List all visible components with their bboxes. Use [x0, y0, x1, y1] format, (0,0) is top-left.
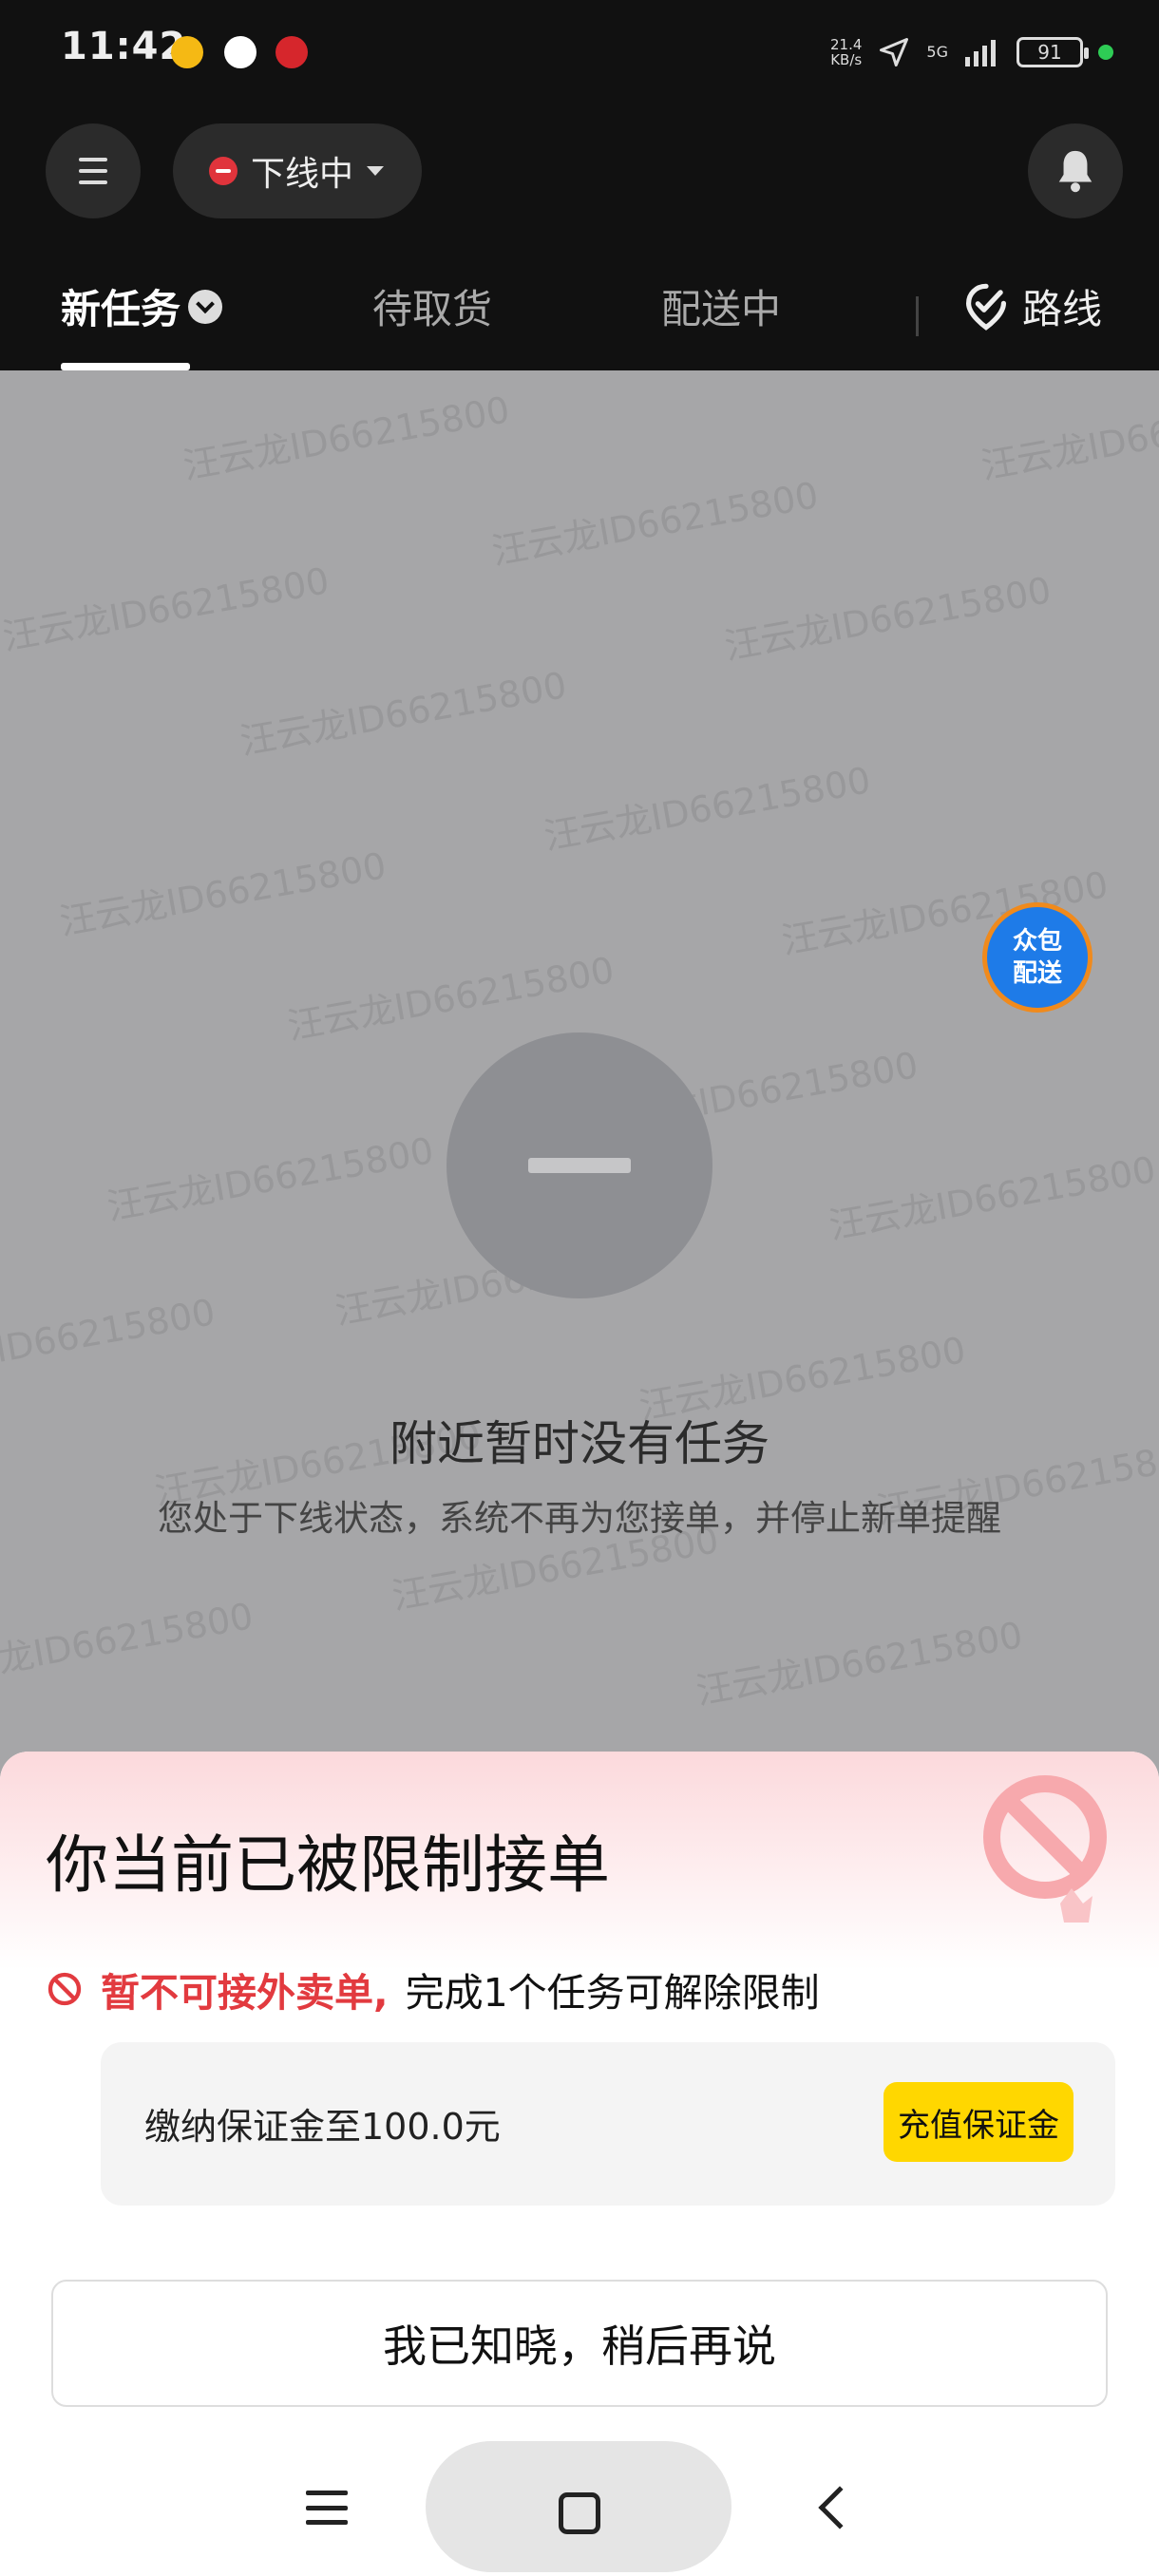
watermark: 汪云龙ID66215800 — [488, 474, 822, 573]
online-status-toggle[interactable]: 下线中 — [173, 123, 422, 218]
empty-state-subtitle: 您处于下线状态，系统不再为您接单，并停止新单提醒 — [158, 1498, 1001, 1539]
watermark: 汪云龙ID66215800 — [104, 1129, 437, 1228]
offline-icon — [209, 157, 238, 185]
privacy-dot — [1098, 45, 1113, 60]
watermark: 汪云龙ID66215800 — [978, 388, 1159, 487]
yellow-app-icon — [171, 36, 203, 68]
menu-button[interactable] — [46, 123, 141, 218]
chevron-down-icon — [188, 289, 223, 324]
restriction-unlock-hint: 完成1个任务可解除限制 — [405, 1970, 820, 2016]
notification-button[interactable] — [1028, 123, 1123, 218]
status-bar: 11:42 21.4 KB/s 5G 91 — [0, 0, 1159, 106]
menu-icon — [79, 158, 107, 184]
watermark: 汪云龙ID66215800 — [237, 664, 570, 763]
net-speed-unit: KB/s — [830, 51, 863, 68]
back-icon[interactable] — [818, 2486, 862, 2529]
task-tabs: 新任务 待取货 配送中 路线 — [0, 249, 1159, 370]
prohibited-icon — [48, 1972, 82, 2006]
status-time: 11:42 — [61, 25, 187, 68]
acknowledge-button[interactable]: 我已知晓，稍后再说 — [51, 2280, 1108, 2407]
network-type: 5G — [926, 43, 948, 61]
online-status-label: 下线中 — [251, 155, 354, 194]
tab-pickup[interactable]: 待取货 — [372, 277, 492, 335]
watermark: 汪云龙ID66215800 — [0, 1595, 256, 1694]
watermark: 汪云龙ID66215800 — [721, 569, 1054, 668]
status-indicators: 21.4 KB/s 5G 91 — [830, 28, 1113, 76]
empty-state-icon — [446, 1032, 712, 1298]
signal-icon — [965, 40, 996, 66]
deposit-requirement: 缴纳保证金至100.0元 — [144, 2106, 501, 2148]
sheet-title: 你当前已被限制接单 — [46, 1828, 610, 1902]
recent-apps-icon[interactable] — [306, 2491, 348, 2525]
red-app-icon — [276, 36, 308, 68]
tab-new-tasks-label: 新任务 — [61, 286, 181, 332]
home-icon[interactable] — [559, 2492, 600, 2534]
watermark: 汪云龙ID66215800 — [180, 388, 513, 487]
crowd-badge-line2: 配送 — [1012, 959, 1062, 988]
chevron-down-icon — [367, 166, 385, 176]
net-speed-value: 21.4 — [830, 36, 863, 53]
prohibited-decoration-icon — [983, 1775, 1107, 1923]
tab-delivering[interactable]: 配送中 — [661, 277, 781, 335]
android-icon — [224, 36, 256, 68]
watermark: 汪云龙ID66215800 — [693, 1614, 1026, 1713]
tab-new-tasks[interactable]: 新任务 — [61, 277, 223, 335]
watermark: 汪云龙ID66215800 — [0, 559, 332, 658]
empty-state-bar — [528, 1158, 631, 1173]
recharge-deposit-button[interactable]: 充值保证金 — [884, 2082, 1074, 2162]
location-arrow-icon — [880, 38, 909, 66]
battery-icon: 91 — [1016, 37, 1089, 67]
app-header: 下线中 新任务 待取货 配送中 路线 — [0, 106, 1159, 370]
crowdsource-delivery-button[interactable]: 众包 配送 — [982, 902, 1092, 1013]
deposit-card: 缴纳保证金至100.0元 充值保证金 — [101, 2042, 1115, 2206]
route-icon — [965, 283, 1007, 331]
watermark: 汪云龙ID66215800 — [826, 1148, 1159, 1247]
system-nav-bar — [0, 2428, 1159, 2576]
watermark: 汪云龙ID66215800 — [56, 844, 390, 943]
watermark: 汪云龙ID66215800 — [0, 1291, 218, 1390]
tab-route-label: 路线 — [1022, 286, 1103, 332]
watermark: 汪云龙ID66215800 — [541, 759, 874, 858]
bell-icon — [1058, 150, 1092, 193]
tab-route[interactable]: 路线 — [961, 277, 1102, 335]
crowd-badge-line1: 众包 — [1012, 927, 1062, 956]
restriction-warning: 暂不可接外卖单, — [101, 1970, 389, 2016]
net-speed: 21.4 KB/s — [830, 37, 862, 67]
tab-divider — [916, 296, 919, 336]
active-tab-indicator — [61, 363, 190, 370]
restriction-info: 暂不可接外卖单, 完成1个任务可解除限制 — [46, 1960, 820, 2017]
empty-state-title: 附近暂时没有任务 — [390, 1416, 770, 1471]
